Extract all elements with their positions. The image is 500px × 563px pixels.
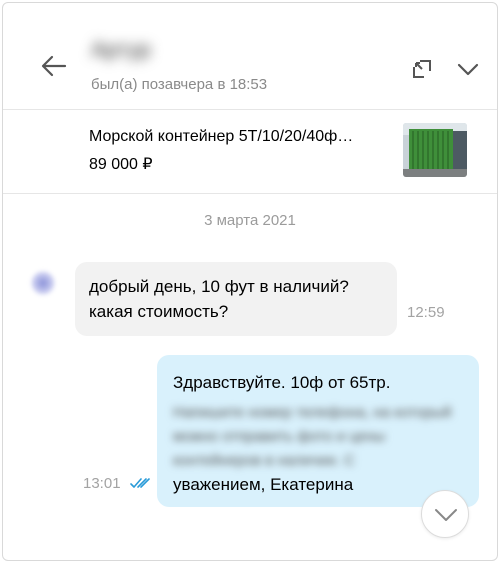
message-incoming[interactable]: добрый день, 10 фут в наличий? какая сто… [75, 262, 397, 336]
message-line: какая стоимость? [89, 302, 229, 321]
avatar[interactable] [31, 271, 55, 295]
contact-name[interactable]: Артур [91, 37, 151, 63]
expand-icon [413, 60, 431, 78]
message-time: 12:59 [407, 304, 445, 321]
chevron-down-icon [457, 63, 479, 76]
message-line: добрый день, 10 фут в наличий? [89, 277, 349, 296]
double-check-icon [130, 478, 150, 488]
container-photo-icon [403, 123, 467, 177]
listing-thumbnail [403, 123, 467, 177]
arrow-left-icon [41, 55, 67, 77]
message-time: 13:01 [83, 475, 121, 492]
back-button[interactable] [39, 51, 69, 81]
message-line: Здравствуйте. 10ф от 65тр. [173, 373, 391, 392]
listing-price: 89 000 ₽ [89, 156, 153, 173]
listing-title: Морской контейнер 5Т/10/20/40ф… [89, 128, 354, 145]
chat-header: Артур был(а) позавчера в 18:53 [3, 3, 497, 110]
message-outgoing[interactable]: Здравствуйте. 10ф от 65тр. Напишите номе… [157, 355, 479, 507]
collapse-button[interactable] [456, 59, 480, 79]
blurred-message-text: Напишите номер телефона, на который можн… [173, 404, 452, 469]
last-seen-status: был(а) позавчера в 18:53 [91, 76, 268, 93]
expand-button[interactable] [410, 57, 434, 81]
chat-window: Артур был(а) позавчера в 18:53 Морской к… [2, 2, 498, 561]
message-line: уважением, Екатерина [173, 475, 354, 494]
scroll-down-button[interactable] [421, 490, 469, 538]
chevron-down-icon [435, 509, 457, 521]
date-separator: 3 марта 2021 [204, 212, 296, 229]
listing-card[interactable]: Морской контейнер 5Т/10/20/40ф… 89 000 ₽ [3, 110, 497, 194]
